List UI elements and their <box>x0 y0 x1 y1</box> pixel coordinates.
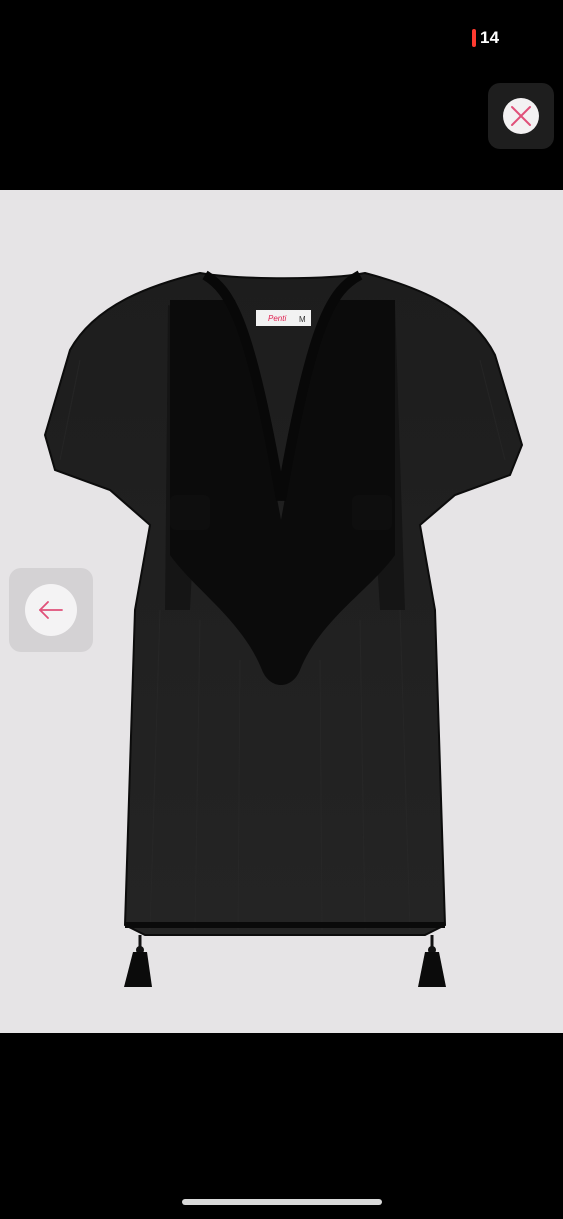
status-bar: 14 <box>0 0 563 80</box>
tassel-left <box>124 935 152 987</box>
close-button[interactable] <box>488 83 554 149</box>
arrow-left-icon <box>25 584 77 636</box>
close-icon <box>503 98 539 134</box>
previous-image-button[interactable] <box>9 568 93 652</box>
battery-level-icon <box>472 29 476 47</box>
home-indicator[interactable] <box>182 1199 382 1205</box>
label-size: M <box>299 315 306 324</box>
tassel-right <box>418 935 446 987</box>
battery-indicator: 14 <box>472 28 499 48</box>
product-image: Penti M <box>0 190 563 1033</box>
battery-percentage: 14 <box>480 28 500 47</box>
label-brand: Penti <box>268 314 286 323</box>
